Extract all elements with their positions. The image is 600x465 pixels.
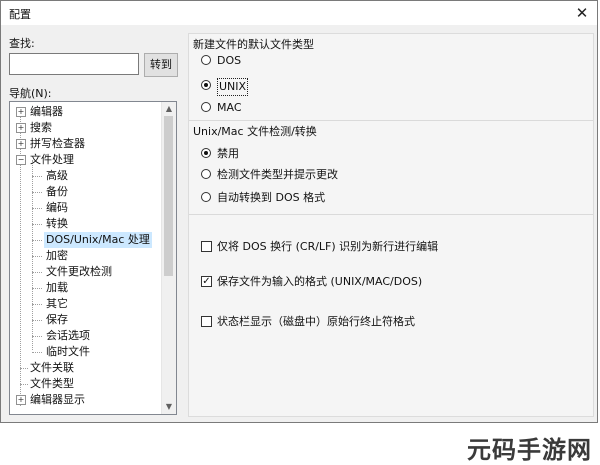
window-title: 配置 [9, 8, 31, 21]
tree-item-change-detection[interactable]: 文件更改检测 [46, 264, 112, 280]
divider [189, 214, 593, 215]
tree-line [32, 160, 33, 350]
config-dialog: 配置 ✕ 查找: 转到 导航(N): + 编辑器 + 搜索 + 拼写检查器 − … [0, 0, 598, 423]
radio-disable-circle[interactable] [201, 148, 211, 158]
radio-unix-label: UNIX [217, 78, 249, 96]
tree-line [20, 384, 28, 385]
scroll-down-icon[interactable]: ▼ [162, 400, 176, 414]
tree-item-save[interactable]: 保存 [46, 312, 68, 328]
scroll-up-icon[interactable]: ▲ [162, 102, 176, 116]
tree-item-file-handling[interactable]: − 文件处理 [10, 152, 160, 168]
radio-mac-label: MAC [217, 101, 242, 114]
tree-scrollbar[interactable]: ▲ ▼ [161, 102, 176, 414]
tree-item-conversion[interactable]: 转换 [46, 216, 68, 232]
tree-item-label: 搜索 [30, 121, 52, 134]
close-button[interactable]: ✕ [571, 2, 593, 24]
tree-item-backup[interactable]: 备份 [46, 184, 68, 200]
expand-icon[interactable]: + [16, 395, 26, 405]
tree-item-advanced[interactable]: 高级 [46, 168, 68, 184]
checkbox-status-bar-box[interactable] [201, 316, 212, 327]
tree-item-encryption[interactable]: 加密 [46, 248, 68, 264]
settings-panel: 新建文件的默认文件类型 DOS UNIX MAC Unix/Mac 文件检测/转… [188, 33, 594, 417]
radio-auto-convert-label: 自动转换到 DOS 格式 [217, 191, 326, 204]
detect-heading: Unix/Mac 文件检测/转换 [193, 125, 317, 138]
tree-item-editor-display[interactable]: + 编辑器显示 [10, 392, 160, 408]
radio-detect-prompt-label: 检测文件类型并提示更改 [217, 168, 338, 181]
tree-item-label: 编辑器 [30, 105, 63, 118]
checkbox-dos-newline-box[interactable] [201, 241, 212, 252]
checkbox-status-bar-label: 状态栏显示（磁盘中）原始行终止符格式 [217, 315, 415, 328]
expand-icon[interactable]: + [16, 123, 26, 133]
tree-item-label: 拼写检查器 [30, 137, 85, 150]
divider [189, 120, 593, 121]
tree-item-loading[interactable]: 加载 [46, 280, 68, 296]
tree-item-dos-unix-mac[interactable]: DOS/Unix/Mac 处理 [44, 232, 152, 248]
collapse-icon[interactable]: − [16, 155, 26, 165]
radio-auto-convert-circle[interactable] [201, 192, 211, 202]
tree-line [20, 368, 28, 369]
tree-line [32, 336, 42, 337]
checkbox-save-format-label: 保存文件为输入的格式 (UNIX/MAC/DOS) [217, 275, 423, 288]
tree-line [32, 256, 42, 257]
radio-unix-circle[interactable] [201, 80, 211, 90]
checkbox-save-format-box[interactable]: ✓ [201, 276, 212, 287]
tree-line [32, 304, 42, 305]
search-input[interactable] [9, 53, 139, 75]
radio-detect-prompt-circle[interactable] [201, 169, 211, 179]
checkbox-dos-newline-label: 仅将 DOS 换行 (CR/LF) 识别为新行进行编辑 [217, 240, 439, 253]
expand-icon[interactable]: + [16, 139, 26, 149]
radio-dos-circle[interactable] [201, 55, 211, 65]
tree-line [32, 320, 42, 321]
tree-line [32, 208, 42, 209]
radio-disable-label: 禁用 [217, 147, 239, 160]
navigation-tree[interactable]: + 编辑器 + 搜索 + 拼写检查器 − 文件处理 高级 备份 编码 转换 DO… [9, 101, 177, 415]
tree-line [32, 192, 42, 193]
default-type-heading: 新建文件的默认文件类型 [193, 38, 314, 51]
tree-item-encoding[interactable]: 编码 [46, 200, 68, 216]
goto-button[interactable]: 转到 [144, 53, 178, 77]
search-label: 查找: [9, 37, 35, 50]
tree-item-search[interactable]: + 搜索 [10, 120, 160, 136]
tree-item-other[interactable]: 其它 [46, 296, 68, 312]
tree-item-session-options[interactable]: 会话选项 [46, 328, 90, 344]
nav-label: 导航(N): [9, 87, 52, 100]
tree-item-file-types[interactable]: 文件类型 [30, 376, 74, 392]
watermark-text: 元码手游网 [467, 435, 592, 464]
title-bar: 配置 ✕ [1, 1, 597, 25]
tree-item-label: 文件处理 [30, 153, 74, 166]
tree-item-temp-files[interactable]: 临时文件 [46, 344, 90, 360]
scroll-thumb[interactable] [164, 116, 173, 276]
tree-line [32, 352, 42, 353]
tree-line [32, 288, 42, 289]
tree-line [32, 240, 42, 241]
tree-item-spellcheck[interactable]: + 拼写检查器 [10, 136, 160, 152]
tree-item-label: 编辑器显示 [30, 393, 85, 406]
tree-line [32, 176, 42, 177]
tree-line [32, 224, 42, 225]
tree-line [32, 272, 42, 273]
radio-dos-label: DOS [217, 54, 242, 67]
radio-mac-circle[interactable] [201, 102, 211, 112]
tree-item-file-association[interactable]: 文件关联 [30, 360, 74, 376]
expand-icon[interactable]: + [16, 107, 26, 117]
tree-item-editor[interactable]: + 编辑器 [10, 104, 160, 120]
